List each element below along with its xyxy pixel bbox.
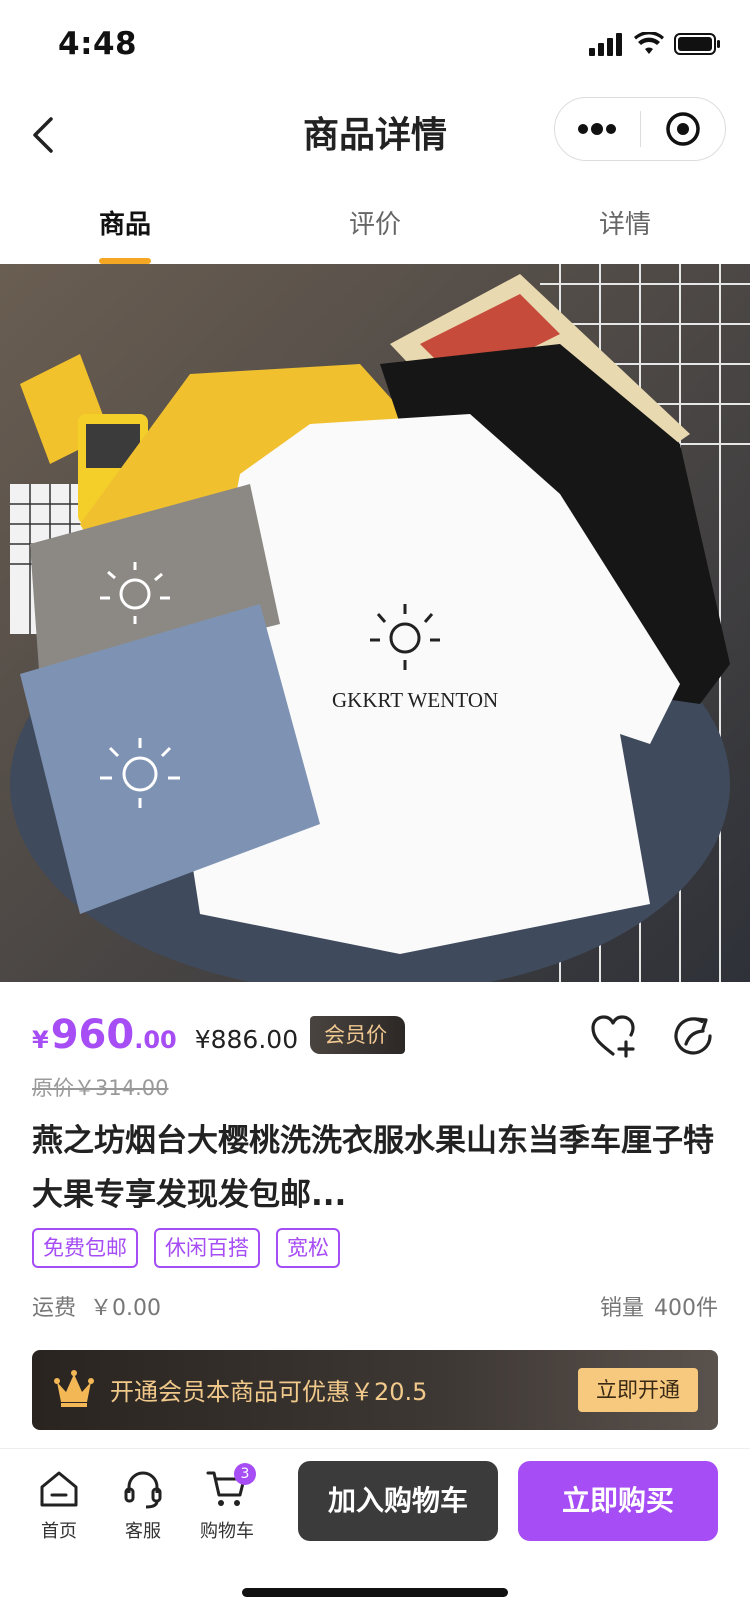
freight-info: 运费 ￥0.00 [32, 1290, 161, 1322]
product-photo: GKKRT WENTON [0, 264, 750, 982]
nav-bar: 商品详情 [0, 88, 750, 186]
nav-cart[interactable]: 3 购物车 [192, 1463, 262, 1543]
price-integer: 960 [50, 1012, 135, 1058]
nav-home-label: 首页 [41, 1521, 77, 1542]
tab-product[interactable]: 商品 [0, 186, 250, 264]
crown-icon [54, 1370, 94, 1407]
status-time: 4:48 [58, 26, 138, 62]
vip-banner: 开通会员本商品可优惠￥20.5 立即开通 [32, 1350, 718, 1430]
price-row: ¥ 960 .00 ¥886.00 会员价 [32, 1012, 406, 1058]
target-icon [666, 112, 700, 146]
sales-info: 销量 400件 [600, 1290, 718, 1322]
more-icon [578, 123, 617, 135]
price-currency: ¥ [32, 1026, 49, 1054]
home-indicator [242, 1588, 508, 1597]
status-icons [588, 32, 722, 56]
close-miniprogram-button[interactable] [641, 98, 726, 160]
status-bar: 4:48 [0, 0, 750, 88]
wifi-icon [634, 32, 664, 54]
tag-casual: 休闲百搭 [154, 1228, 260, 1268]
nav-customer-service[interactable]: 客服 [108, 1469, 178, 1543]
tab-details[interactable]: 详情 [500, 186, 750, 264]
tag-loose: 宽松 [276, 1228, 340, 1268]
nav-cart-label: 购物车 [200, 1521, 254, 1542]
tab-reviews[interactable]: 评价 [250, 186, 500, 264]
activate-vip-button[interactable]: 立即开通 [578, 1368, 698, 1412]
shirt-print-text: GKKRT WENTON [332, 688, 498, 712]
vip-offer-text: 开通会员本商品可优惠￥20.5 [110, 1378, 428, 1406]
freight-value: ￥0.00 [90, 1296, 162, 1321]
member-price: ¥886.00 [194, 1025, 299, 1054]
more-button[interactable] [555, 98, 640, 160]
bottom-action-bar: 首页 客服 3 购物车 加入购物车 立即购买 [0, 1448, 750, 1624]
headset-icon [124, 1471, 162, 1509]
share-icon [674, 1017, 712, 1055]
price-decimal: .00 [134, 1026, 177, 1054]
sales-value: 400件 [654, 1296, 718, 1321]
buy-now-button[interactable]: 立即购买 [518, 1461, 718, 1541]
nav-home[interactable]: 首页 [24, 1469, 94, 1543]
member-price-badge: 会员价 [310, 1016, 406, 1054]
product-image[interactable]: GKKRT WENTON [0, 264, 750, 982]
signal-icon [589, 33, 622, 56]
home-icon [40, 1471, 78, 1507]
nav-service-label: 客服 [125, 1521, 161, 1542]
sales-label: 销量 [599, 1296, 644, 1321]
original-price: 原价￥314.00 [32, 1076, 169, 1100]
tag-list: 免费包邮 休闲百搭 宽松 [32, 1228, 340, 1268]
mini-program-capsule [554, 97, 726, 161]
product-title: 燕之坊烟台大樱桃洗洗衣服水果山东当季车厘子特大果专享发现发包邮... [32, 1123, 714, 1213]
battery-icon [674, 33, 720, 55]
share-button[interactable] [672, 1014, 716, 1062]
heart-add-icon [591, 1015, 635, 1058]
cart-count-badge: 3 [234, 1463, 256, 1485]
tag-free-shipping: 免费包邮 [32, 1228, 138, 1268]
freight-label: 运费 [32, 1296, 77, 1321]
tab-bar: 商品 评价 详情 [0, 186, 750, 264]
add-to-cart-button[interactable]: 加入购物车 [298, 1461, 498, 1541]
favorite-button[interactable] [590, 1014, 636, 1062]
